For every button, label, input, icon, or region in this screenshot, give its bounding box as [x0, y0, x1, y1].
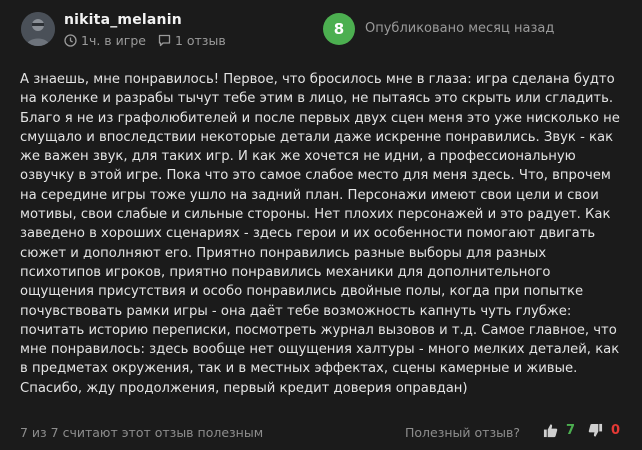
playtime: 1ч. в игре — [64, 33, 146, 48]
downvote-count: 0 — [611, 423, 621, 438]
upvote-count: 7 — [566, 423, 576, 438]
user-meta: 1ч. в игре 1 отзыв — [64, 33, 238, 48]
username[interactable]: nikita_melanin — [64, 12, 182, 28]
review-header: nikita_melanin 1ч. в игре 1 отзыв 8 Опуб… — [0, 0, 642, 62]
comment-icon — [158, 34, 171, 47]
thumbs-down-icon — [588, 423, 603, 437]
downvote-button[interactable]: 0 — [588, 423, 620, 438]
playtime-label: 1ч. в игре — [81, 33, 146, 48]
helpful-count: 7 из 7 считают этот отзыв полезным — [20, 425, 264, 440]
upvote-button[interactable]: 7 — [543, 423, 575, 438]
reviews-count: 1 отзыв — [158, 33, 226, 48]
thumbs-up-icon — [543, 424, 558, 438]
score-badge: 8 — [323, 13, 355, 45]
helpful-question: Полезный отзыв? — [405, 425, 520, 440]
clock-icon — [64, 34, 77, 47]
published-date: Опубликовано месяц назад — [365, 21, 555, 36]
avatar[interactable] — [21, 12, 55, 46]
review-footer: 7 из 7 считают этот отзыв полезным Полез… — [0, 422, 642, 444]
reviews-count-label: 1 отзыв — [174, 33, 226, 48]
review-text: А знаешь, мне понравилось! Первое, что б… — [20, 72, 620, 396]
